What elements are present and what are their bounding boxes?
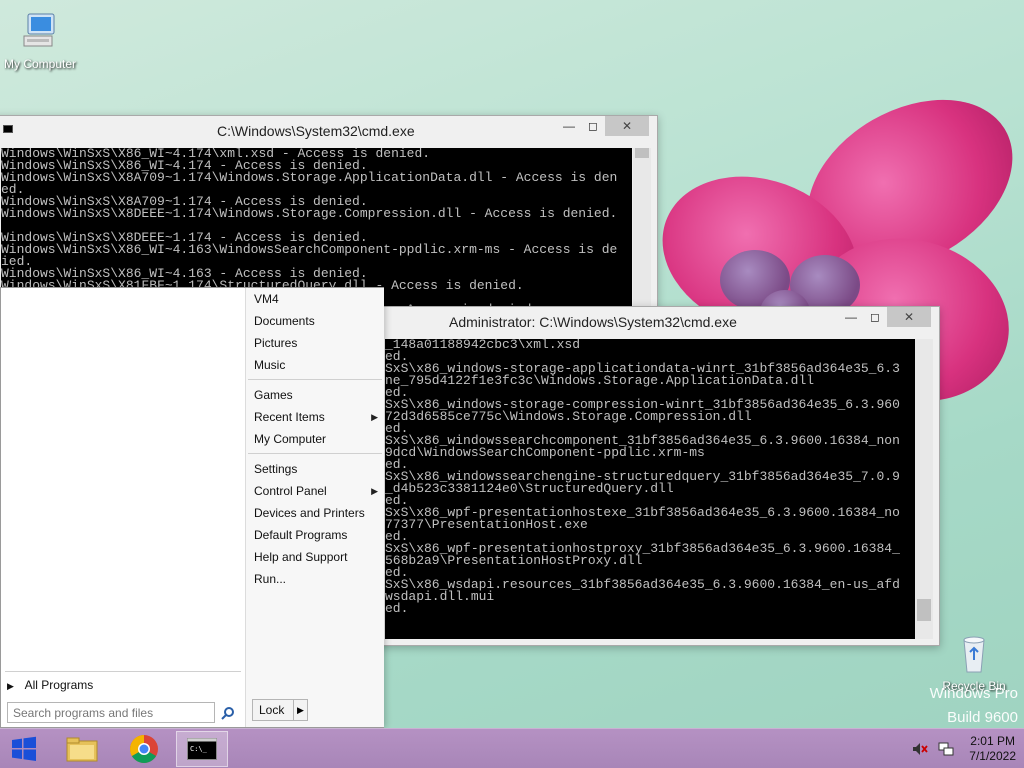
menu-item-label: Pictures [254, 336, 298, 350]
taskbar-clock[interactable]: 2:01 PM 7/1/2022 [969, 734, 1016, 764]
arrow-right-icon: ▶ [371, 412, 378, 422]
admin-cmd-window[interactable]: Administrator: C:\Windows\System32\cmd.e… [376, 306, 940, 646]
windows-watermark: Windows Pro [929, 685, 1018, 702]
menu-item-games[interactable]: Games [254, 385, 380, 405]
chrome-icon [130, 735, 158, 763]
all-programs-label: All Programs [24, 678, 94, 692]
console-output[interactable]: _148a01188942cbc3\xml.xsd ed. SxS\x86_wind… [385, 339, 915, 639]
folder-icon [66, 737, 98, 762]
window-title: Administrator: C:\Windows\System32\cmd.e… [449, 314, 737, 330]
console-line: 77377\PresentationHost.exe [385, 517, 588, 532]
menu-item-help-support[interactable]: Help and Support [254, 547, 380, 567]
arrow-right-icon[interactable]: ▶ [293, 700, 307, 720]
scroll-thumb[interactable] [635, 148, 649, 158]
menu-item-recent-items[interactable]: Recent Items ▶ [254, 407, 380, 427]
menu-item-label: Recent Items [254, 410, 325, 424]
menu-item-label: Devices and Printers [254, 506, 365, 520]
start-menu-programs-pane: ▶ All Programs Search programs and files [1, 288, 245, 727]
clock-time: 2:01 PM [970, 734, 1015, 748]
network-icon[interactable] [937, 740, 955, 758]
menu-item-label: Music [254, 358, 286, 372]
console-line: _148a01188942cbc3\xml.xsd [385, 339, 581, 352]
console-line: ed. [385, 601, 409, 616]
windows-logo-icon [12, 736, 36, 761]
vertical-scrollbar[interactable] [633, 148, 651, 316]
menu-item-label: Control Panel [254, 484, 327, 498]
console-line: ne_795d4122f1e3fc3c\Windows.Storage.Appl… [385, 373, 815, 388]
menu-item-label: Run... [254, 572, 287, 586]
menu-item-label: Games [254, 388, 293, 402]
window-title: C:\Windows\System32\cmd.exe [217, 123, 415, 139]
close-button[interactable]: ✕ [605, 116, 649, 136]
scroll-thumb[interactable] [917, 599, 931, 621]
menu-item-label: Documents [254, 314, 315, 328]
svg-text:C:\_: C:\_ [190, 745, 208, 753]
console-line: Windows\WinSxS\X8DEEE~1.174\Windows.Stor… [1, 206, 618, 221]
menu-item-default-programs[interactable]: Default Programs [254, 525, 380, 545]
search-icon[interactable] [217, 702, 239, 723]
menu-item-label: Help and Support [254, 550, 348, 564]
divider [248, 379, 382, 380]
system-tray: 2:01 PM 7/1/2022 [903, 729, 1016, 768]
recycle-bin-icon [952, 632, 996, 676]
arrow-right-icon: ▶ [7, 681, 14, 691]
menu-item-control-panel[interactable]: Control Panel ▶ [254, 481, 380, 501]
maximize-button[interactable]: ◻ [863, 307, 887, 327]
lock-button[interactable]: Lock ▶ [252, 699, 308, 721]
menu-item-run[interactable]: Run... [254, 569, 380, 589]
vertical-scrollbar[interactable] [915, 339, 933, 639]
menu-item-music[interactable]: Music [254, 355, 380, 375]
taskbar-cmd[interactable]: C:\_ [176, 731, 228, 767]
cmd-window[interactable]: C:\Windows\System32\cmd.exe — ◻ ✕ Window… [0, 115, 658, 316]
desktop-icon-label: My Computer [3, 57, 77, 71]
menu-item-my-computer[interactable]: My Computer [254, 429, 380, 449]
console-line: 568b2a9\PresentationHostProxy.dll [385, 553, 643, 568]
minimize-button[interactable]: — [839, 307, 863, 327]
divider [248, 453, 382, 454]
volume-muted-icon[interactable] [911, 740, 929, 758]
menu-item-documents[interactable]: Documents [254, 311, 380, 331]
start-menu-places-pane: VM4 Documents Pictures Music Games Recen… [245, 288, 384, 727]
taskbar: C:\_ 2:01 PM 7/1/2022 [0, 728, 1024, 768]
menu-item-vm4[interactable]: VM4 [254, 289, 380, 309]
console-line: Windows\WinSxS\X8A709~1.174\Windows.Stor… [1, 170, 618, 185]
menu-item-settings[interactable]: Settings [254, 459, 380, 479]
console-line: _d4b523c3381124e0\StructuredQuery.dll [385, 481, 674, 496]
divider [5, 671, 241, 672]
menu-item-pictures[interactable]: Pictures [254, 333, 380, 353]
console-line: 72d3d6585ce775c\Windows.Storage.Compress… [385, 409, 752, 424]
all-programs-button[interactable]: ▶ All Programs [7, 678, 93, 692]
title-bar[interactable]: Administrator: C:\Windows\System32\cmd.e… [377, 307, 939, 335]
menu-item-label: Default Programs [254, 528, 348, 542]
computer-icon [18, 10, 62, 54]
close-button[interactable]: ✕ [887, 307, 931, 327]
menu-item-label: My Computer [254, 432, 327, 446]
search-input[interactable]: Search programs and files [7, 702, 215, 723]
console-line: Windows\WinSxS\X86_WI~4.163\WindowsSearc… [1, 242, 618, 257]
arrow-right-icon: ▶ [371, 486, 378, 496]
title-bar[interactable]: C:\Windows\System32\cmd.exe — ◻ ✕ [0, 116, 657, 144]
minimize-button[interactable]: — [557, 116, 581, 136]
start-menu: ▶ All Programs Search programs and files… [0, 287, 384, 728]
clock-date: 7/1/2022 [969, 749, 1016, 763]
menu-item-devices-printers[interactable]: Devices and Printers [254, 503, 380, 523]
lock-label: Lock [259, 703, 285, 717]
maximize-button[interactable]: ◻ [581, 116, 605, 136]
console-line: 9dcd\WindowsSearchComponent-ppdlic.xrm-m… [385, 445, 705, 460]
taskbar-chrome[interactable] [118, 731, 170, 767]
menu-item-label: VM4 [254, 292, 279, 306]
console-line: wsdapi.dll.mui [385, 589, 495, 604]
build-watermark: Build 9600 [947, 709, 1018, 726]
desktop-icon-recycle-bin[interactable]: Recycle Bin [934, 632, 1014, 693]
cmd-icon: C:\_ [187, 738, 217, 760]
menu-item-label: Settings [254, 462, 298, 476]
taskbar-file-explorer[interactable] [56, 731, 108, 767]
desktop-icon-my-computer[interactable]: My Computer [0, 10, 80, 71]
cmd-icon[interactable] [3, 125, 13, 133]
start-button[interactable] [0, 729, 48, 768]
